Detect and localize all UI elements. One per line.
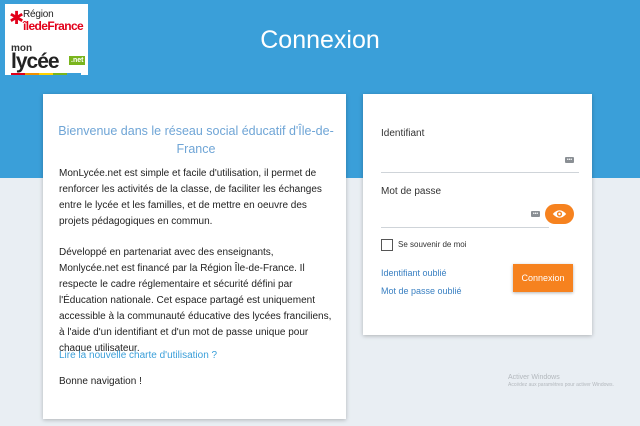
username-label: Identifiant [381,128,425,139]
logo-color-stripe [11,73,81,75]
username-input[interactable] [381,154,579,173]
login-card: Identifiant ••• Mot de passe ••• Se souv… [363,94,592,335]
password-label: Mot de passe [381,186,442,197]
password-manager-icon[interactable]: ••• [531,211,540,217]
windows-activation-subtitle: Accédez aux paramètres pour activer Wind… [508,382,614,388]
windows-activation-title: Activer Windows [508,374,560,381]
partnership-paragraph: Développé en partenariat avec des enseig… [59,247,332,354]
windows-activation-watermark: Activer Windows Accédez aux paramètres p… [508,374,614,388]
remember-me-checkbox[interactable] [381,239,393,251]
region-logo-line2: îledeFrance [23,19,84,33]
forgot-password-link[interactable]: Mot de passe oublié [381,286,462,296]
welcome-heading: Bienvenue dans le réseau social éducatif… [58,124,334,156]
region-star-icon: ✱ [9,8,25,28]
password-manager-icon[interactable]: ••• [565,157,574,163]
charter-link[interactable]: Lire la nouvelle charte d'utilisation ? [59,350,217,361]
login-button[interactable]: Connexion [513,264,573,292]
show-password-button[interactable] [545,204,574,224]
info-card: Bienvenue dans le réseau social éducatif… [43,94,346,419]
monlycee-logo-net: .net [69,56,86,65]
intro-paragraph: MonLycée.net est simple et facile d'util… [59,168,322,227]
eye-icon [552,210,567,218]
page-title: Connexion [260,26,380,54]
region-logo: ✱ Région îledeFrance [5,4,88,36]
monlycee-logo-lycee: lycée [11,50,60,73]
remember-me-label: Se souvenir de moi [398,240,467,249]
farewell-text: Bonne navigation ! [59,376,142,387]
logo[interactable]: ✱ Région îledeFrance mon lycée .net [5,4,88,75]
password-input[interactable] [381,209,549,228]
forgot-username-link[interactable]: Identifiant oublié [381,268,447,278]
monlycee-logo: mon lycée .net [5,40,88,75]
